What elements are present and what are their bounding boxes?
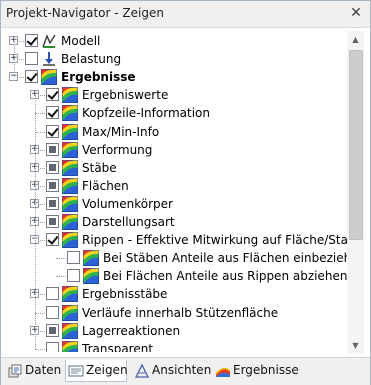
- tree-item-label: Bei Stäben Anteile aus Flächen einbezieh…: [103, 251, 347, 265]
- tree-item-label: Stäbe: [82, 161, 117, 175]
- tree-item-label: Belastung: [61, 52, 122, 66]
- tree-item-label: Flächen: [82, 179, 129, 193]
- tree-item-label: Verformung: [82, 143, 153, 157]
- views-icon: [134, 363, 150, 379]
- tree-checkbox[interactable]: [46, 106, 59, 119]
- tab-label: Ergebnisse: [233, 363, 299, 377]
- tree-item[interactable]: Verläufe innerhalb Stützenfläche: [9, 304, 347, 322]
- results-tab-icon: [215, 363, 231, 379]
- display-tree: + Modell + Belastung − Ergebnisse + Ergebniswer…: [9, 32, 347, 352]
- tab-ansichten[interactable]: Ansichten: [132, 360, 212, 382]
- tab-zeigen[interactable]: Zeigen: [65, 360, 128, 382]
- results-icon: [62, 196, 78, 212]
- results-icon: [41, 69, 57, 85]
- results-icon: [62, 286, 78, 302]
- tree-item-label: Rippen - Effektive Mitwirkung auf Fläche…: [82, 233, 347, 247]
- tree-checkbox[interactable]: [46, 143, 59, 156]
- tree-item[interactable]: − Rippen - Effektive Mitwirkung auf Fläch…: [9, 231, 347, 249]
- tree-item[interactable]: Bei Stäben Anteile aus Flächen einbezieh…: [9, 249, 347, 267]
- tree-item-label: Transparent: [82, 342, 154, 352]
- close-icon[interactable]: ✕: [348, 4, 364, 22]
- results-icon: [83, 250, 99, 266]
- tree-item[interactable]: + Modell: [9, 32, 347, 50]
- tree-item-label: Darstellungsart: [82, 215, 175, 229]
- tree-item-label: Verläufe innerhalb Stützenfläche: [82, 306, 279, 320]
- tree-checkbox[interactable]: [46, 161, 59, 174]
- results-icon: [83, 268, 99, 284]
- tree-item-label: Bei Flächen Anteile aus Rippen abziehen: [103, 269, 347, 283]
- tree-item-label: Volumenkörper: [82, 197, 173, 211]
- tree-item-label: Kopfzeile-Information: [82, 106, 210, 120]
- tree-checkbox[interactable]: [25, 34, 38, 47]
- tree-checkbox[interactable]: [25, 52, 38, 65]
- tree-checkbox[interactable]: [67, 251, 80, 264]
- tree-item-label: Ergebnisstäbe: [82, 287, 168, 301]
- results-icon: [62, 160, 78, 176]
- tab-label: Ansichten: [152, 363, 212, 377]
- tree-item[interactable]: + Stäbe: [9, 159, 347, 177]
- navigator-tabs: Daten Zeigen Ansichten Ergebnisse: [1, 357, 370, 385]
- tab-ergebnisse[interactable]: Ergebnisse: [213, 360, 299, 382]
- tree-item-label: Modell: [61, 34, 101, 48]
- tree-item[interactable]: Transparent: [9, 340, 347, 352]
- tree-item[interactable]: + Ergebniswerte: [9, 86, 347, 104]
- panel-title: Projekt-Navigator - Zeigen: [6, 6, 164, 20]
- scroll-down-icon[interactable]: ▼: [347, 337, 364, 354]
- data-icon: [7, 363, 23, 379]
- results-icon: [62, 232, 78, 248]
- tree-item-label: Lagerreaktionen: [82, 324, 181, 338]
- tree-item[interactable]: + Darstellungsart: [9, 213, 347, 231]
- tree-checkbox[interactable]: [46, 197, 59, 210]
- tab-label: Zeigen: [86, 363, 128, 377]
- results-icon: [62, 87, 78, 103]
- load-icon: [41, 51, 57, 67]
- tab-daten[interactable]: Daten: [5, 360, 61, 382]
- tree-item[interactable]: + Ergebnisstäbe: [9, 285, 347, 303]
- results-icon: [62, 305, 78, 321]
- tree-item-label: Ergebnisse: [61, 70, 136, 84]
- tree-checkbox[interactable]: [46, 342, 59, 352]
- results-icon: [62, 178, 78, 194]
- display-icon: [68, 363, 84, 379]
- tree-item[interactable]: + Verformung: [9, 141, 347, 159]
- tree-checkbox[interactable]: [46, 233, 59, 246]
- tree-checkbox[interactable]: [46, 125, 59, 138]
- tree-checkbox[interactable]: [46, 179, 59, 192]
- tree-guide-line: [14, 41, 16, 77]
- results-icon: [62, 341, 78, 352]
- tree-item[interactable]: Kopfzeile-Information: [9, 104, 347, 122]
- tree-checkbox[interactable]: [25, 70, 38, 83]
- tree-item[interactable]: + Belastung: [9, 50, 347, 68]
- tree-item[interactable]: − Ergebnisse: [9, 68, 347, 86]
- tree-item[interactable]: + Flächen: [9, 177, 347, 195]
- model-icon: [41, 33, 57, 49]
- results-icon: [62, 142, 78, 158]
- tree-checkbox[interactable]: [46, 88, 59, 101]
- tree-item[interactable]: + Lagerreaktionen: [9, 322, 347, 340]
- tree-item[interactable]: Bei Flächen Anteile aus Rippen abziehen: [9, 267, 347, 285]
- results-icon: [62, 124, 78, 140]
- tree-checkbox[interactable]: [67, 269, 80, 282]
- results-icon: [62, 214, 78, 230]
- tab-label: Daten: [25, 363, 62, 377]
- tree-item-label: Max/Min-Info: [82, 125, 160, 139]
- tree-item-label: Ergebniswerte: [82, 88, 169, 102]
- vertical-scrollbar[interactable]: ▲ ▼: [347, 31, 364, 354]
- tree-item[interactable]: Max/Min-Info: [9, 123, 347, 141]
- scrollbar-thumb[interactable]: [349, 50, 363, 240]
- scroll-up-icon[interactable]: ▲: [347, 31, 364, 48]
- project-navigator-panel: Projekt-Navigator - Zeigen ✕ + Modell + Bel…: [0, 0, 371, 385]
- tree-item[interactable]: + Volumenkörper: [9, 195, 347, 213]
- tree-checkbox[interactable]: [46, 215, 59, 228]
- tree-checkbox[interactable]: [46, 306, 59, 319]
- title-bar: Projekt-Navigator - Zeigen ✕: [1, 1, 370, 28]
- results-icon: [62, 323, 78, 339]
- tree-checkbox[interactable]: [46, 287, 59, 300]
- tree-checkbox[interactable]: [46, 324, 59, 337]
- tree-guide-line: [35, 95, 37, 349]
- results-icon: [62, 105, 78, 121]
